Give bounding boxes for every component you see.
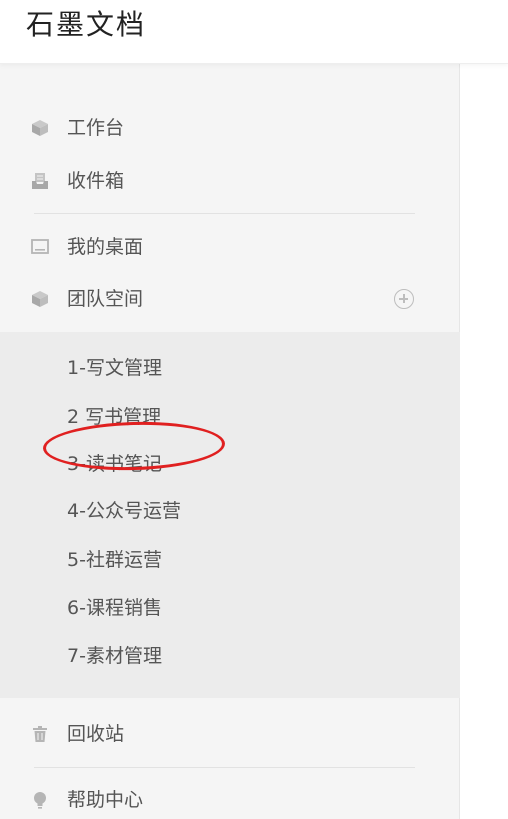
team-item-7[interactable]: 7-素材管理 <box>0 634 460 678</box>
cube-icon <box>30 289 50 309</box>
team-item-label: 4-公众号运营 <box>67 500 181 522</box>
team-item-6[interactable]: 6-课程销售 <box>0 586 460 630</box>
sidebar-item-trash[interactable]: 回收站 <box>0 712 460 756</box>
sidebar-item-label: 团队空间 <box>67 288 144 310</box>
team-item-5[interactable]: 5-社群运营 <box>0 538 460 582</box>
app-window: 石墨文档 工作台 收件箱 我的桌面 团队空间 1-写文管理 2 写书管理 3-读… <box>0 0 508 819</box>
cube-icon <box>30 118 50 138</box>
app-title: 石墨文档 <box>26 8 147 41</box>
sidebar-divider <box>34 767 415 768</box>
sidebar-divider <box>34 213 415 214</box>
inbox-icon <box>30 171 50 191</box>
sidebar-item-label: 帮助中心 <box>67 789 144 811</box>
team-space-list: 1-写文管理 2 写书管理 3-读书笔记 4-公众号运营 5-社群运营 6-课程… <box>0 332 460 698</box>
trash-icon <box>30 724 50 744</box>
team-item-label: 7-素材管理 <box>67 645 162 667</box>
monitor-icon <box>30 237 50 257</box>
sidebar-item-desktop[interactable]: 我的桌面 <box>0 225 460 269</box>
sidebar-item-label: 我的桌面 <box>67 236 144 258</box>
app-header: 石墨文档 <box>0 0 508 64</box>
sidebar-item-team[interactable]: 团队空间 <box>0 277 460 321</box>
sidebar-item-label: 回收站 <box>67 723 125 745</box>
sidebar-item-workspace[interactable]: 工作台 <box>0 106 460 150</box>
sidebar-item-label: 工作台 <box>67 117 125 139</box>
team-item-label: 6-课程销售 <box>67 597 162 619</box>
team-item-1[interactable]: 1-写文管理 <box>0 346 460 390</box>
sidebar-item-inbox[interactable]: 收件箱 <box>0 159 460 203</box>
team-item-label: 5-社群运营 <box>67 549 162 571</box>
plus-circle-icon[interactable] <box>394 289 414 309</box>
lightbulb-icon <box>30 790 50 810</box>
sidebar-item-label: 收件箱 <box>67 170 125 192</box>
sidebar-item-help[interactable]: 帮助中心 <box>0 778 460 819</box>
main-content-area <box>461 64 508 819</box>
team-item-label: 1-写文管理 <box>67 357 162 379</box>
team-item-4[interactable]: 4-公众号运营 <box>0 489 460 533</box>
